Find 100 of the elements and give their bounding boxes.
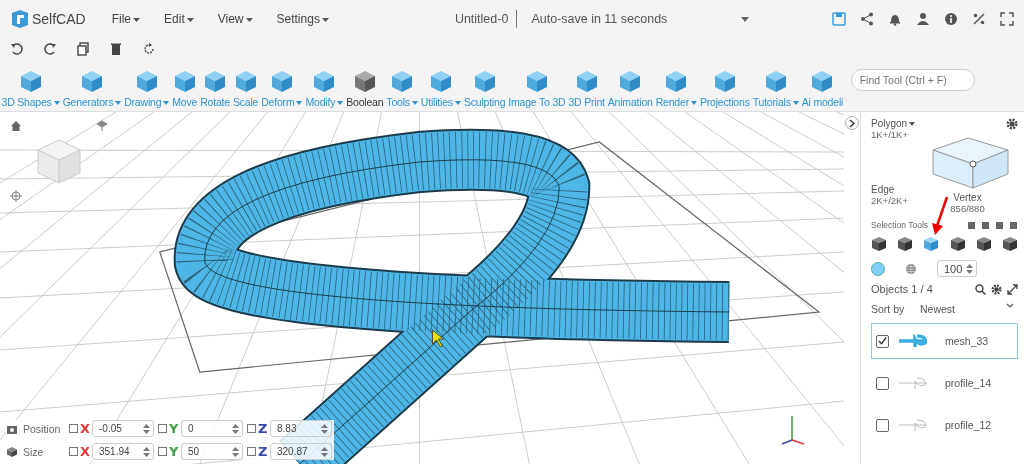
redo-icon[interactable]	[43, 42, 57, 56]
gear-icon[interactable]	[991, 283, 1002, 295]
cursor-icon	[432, 329, 444, 348]
spinner-icon[interactable]	[232, 446, 239, 457]
search-icon[interactable]	[975, 283, 986, 295]
menu-item[interactable]: File	[101, 12, 151, 26]
gear-icon[interactable]	[1006, 118, 1018, 130]
number-field[interactable]: 320.87	[270, 443, 332, 460]
vertex-label: Vertex	[953, 192, 982, 203]
axis-label: Z	[258, 421, 268, 436]
cube-icon	[203, 69, 228, 93]
edge-label: Edge	[871, 184, 896, 195]
caret-icon	[53, 101, 60, 106]
trash-icon[interactable]	[109, 42, 123, 56]
selection-mode-button[interactable]	[897, 236, 914, 254]
cube-icon	[618, 69, 643, 93]
object-list-item[interactable]: mesh_33	[871, 323, 1018, 359]
bell-icon[interactable]	[888, 12, 902, 26]
info-icon[interactable]	[944, 12, 958, 26]
spinner-icon[interactable]	[321, 423, 328, 434]
chevron-icon	[849, 118, 855, 128]
perspective-icon[interactable]	[96, 120, 108, 134]
caret-icon	[245, 17, 253, 22]
object-list-item[interactable]: profile_12	[871, 407, 1018, 443]
cube-icon	[390, 69, 415, 93]
cube-icon	[763, 69, 788, 93]
cube-icon	[233, 69, 258, 93]
brush-size-field[interactable]: 100	[937, 260, 977, 277]
chevron-icon	[1006, 303, 1014, 308]
number-field[interactable]: 351.94	[92, 443, 154, 460]
axis-lock-checkbox[interactable]	[247, 424, 256, 433]
axis-lock-checkbox[interactable]	[158, 424, 167, 433]
document-title: Untitled-0	[454, 12, 509, 26]
spinner-icon[interactable]	[232, 423, 239, 434]
selection-mode-button[interactable]	[871, 236, 887, 254]
fullscreen-icon[interactable]	[1000, 12, 1014, 26]
user-icon[interactable]	[916, 12, 930, 26]
number-field[interactable]: 0	[181, 420, 243, 437]
menu-item[interactable]: Settings	[266, 12, 339, 26]
collapse-button[interactable]	[845, 116, 859, 130]
app-name: SelfCAD	[32, 11, 86, 27]
cube-icon	[269, 69, 294, 93]
number-field[interactable]: -0.05	[92, 420, 154, 437]
copy-icon[interactable]	[76, 42, 90, 56]
caret-icon	[909, 122, 916, 127]
logo-icon	[10, 9, 30, 29]
axis-lock-checkbox[interactable]	[69, 447, 78, 456]
menu-item[interactable]: Edit	[154, 12, 204, 26]
spinner-icon[interactable]	[143, 446, 150, 457]
selection-mode-button[interactable]	[949, 236, 966, 254]
object-checkbox[interactable]	[876, 376, 889, 390]
caret-icon	[163, 101, 170, 106]
object-checkbox[interactable]	[876, 334, 889, 348]
cube-icon	[524, 69, 549, 93]
caret-icon	[321, 17, 329, 22]
undo-icon[interactable]	[10, 42, 24, 56]
axis-label: Y	[169, 421, 179, 436]
polygon-dropdown[interactable]: Polygon	[871, 118, 916, 129]
axis-lock-checkbox[interactable]	[247, 447, 256, 456]
vertex-count: 856/880	[950, 203, 985, 214]
cube-icon	[574, 69, 599, 93]
expand-icon[interactable]	[1007, 283, 1018, 295]
spinner-icon[interactable]	[143, 423, 150, 434]
cube-icon	[312, 69, 337, 93]
selection-mode-button[interactable]	[975, 236, 992, 254]
caret-icon	[115, 101, 122, 106]
cube-icon	[172, 69, 197, 93]
caret-icon	[454, 101, 461, 106]
selection-mode-button[interactable]	[1001, 236, 1018, 254]
percent-icon[interactable]	[972, 12, 986, 26]
caret-icon	[186, 17, 194, 22]
edge-count: 2K+/2K+	[871, 195, 909, 206]
share-icon[interactable]	[860, 12, 874, 26]
caret-icon	[296, 101, 303, 106]
number-field[interactable]: 50	[181, 443, 243, 460]
axis-label: X	[80, 444, 90, 459]
cube-icon	[79, 69, 104, 93]
caret-icon	[690, 101, 697, 106]
object-checkbox[interactable]	[876, 418, 889, 432]
object-list-item[interactable]: profile_14	[871, 365, 1018, 401]
refresh-icon[interactable]	[142, 42, 156, 56]
sort-dropdown[interactable]: Newest	[916, 301, 1018, 317]
menu-item[interactable]: View	[207, 12, 263, 26]
axis-lock-checkbox[interactable]	[158, 447, 167, 456]
cube-icon	[664, 69, 689, 93]
save-icon[interactable]	[832, 12, 846, 26]
tool-button[interactable]: Boolean	[344, 69, 385, 108]
polygon-count: 1K+/1K+	[871, 129, 909, 140]
spinner-icon[interactable]	[966, 263, 973, 274]
sphere-brush-icon[interactable]	[905, 262, 917, 275]
cube-icon	[18, 69, 43, 93]
spinner-icon[interactable]	[321, 446, 328, 457]
find-tool-field[interactable]: Find Tool (Ctrl + F)	[850, 69, 975, 91]
transform-label: Size	[23, 445, 45, 458]
axis-lock-checkbox[interactable]	[69, 424, 78, 433]
target-icon[interactable]	[10, 190, 22, 202]
home-icon[interactable]	[10, 120, 22, 132]
autosave-dropdown[interactable]: Auto-save in 11 seconds	[525, 11, 674, 27]
number-field[interactable]: 8.83	[270, 420, 332, 437]
cube-icon	[712, 69, 737, 93]
